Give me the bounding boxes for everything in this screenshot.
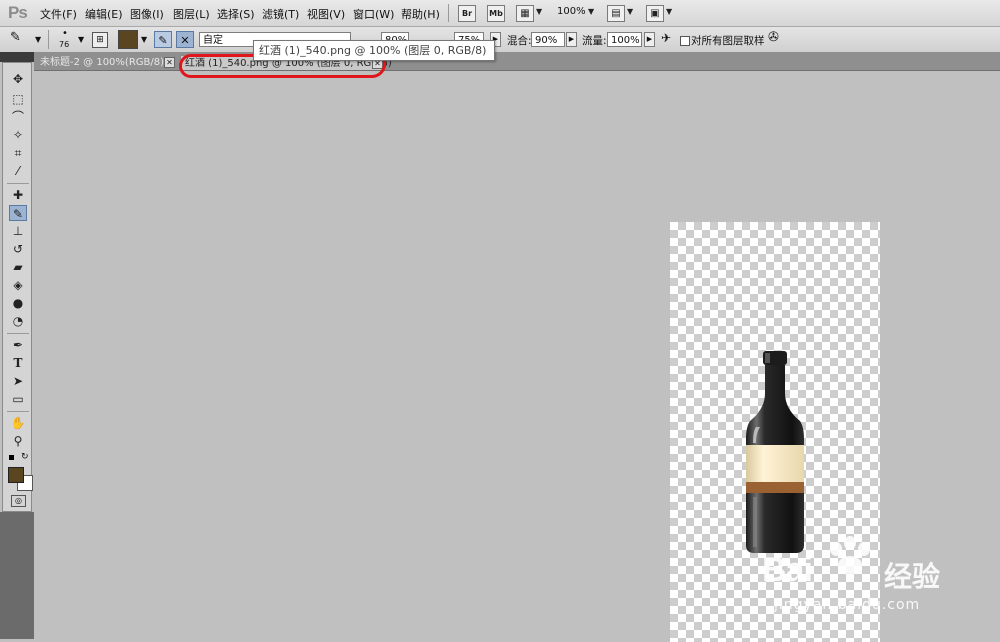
chevron-down-icon[interactable]: ▼ xyxy=(141,35,147,44)
zoom-tool-icon[interactable]: ⚲ xyxy=(9,433,27,449)
menu-select[interactable]: 选择(S) xyxy=(217,6,255,22)
hand-tool-icon[interactable]: ✋ xyxy=(9,415,27,431)
arrange-documents-icon[interactable]: ▤ xyxy=(607,5,625,22)
bottle-label xyxy=(746,445,804,482)
magic-wand-tool-icon[interactable]: ✧ xyxy=(9,127,27,143)
tools-panel: ✥ ⬚ ⌒ ✧ ⌗ ⁄ ✚ ✎ ⊥ ↺ ▰ ◈ ● ◔ ✒ T ➤ ▭ ✋ ⚲ … xyxy=(2,62,33,512)
menu-window[interactable]: 窗口(W) xyxy=(353,6,394,22)
menu-filter[interactable]: 滤镜(T) xyxy=(262,6,299,22)
chevron-down-icon[interactable]: ▼ xyxy=(588,7,594,16)
eyedropper-tool-icon[interactable]: ⁄ xyxy=(9,163,27,179)
mini-bridge-button[interactable]: Mb xyxy=(487,5,505,22)
pressure-icon[interactable]: ✇ xyxy=(768,30,779,45)
marquee-tool-icon[interactable]: ⬚ xyxy=(9,91,27,107)
brush-panel-icon[interactable]: ⊞ xyxy=(92,32,108,48)
lasso-tool-icon[interactable]: ⌒ xyxy=(9,109,27,125)
panel-dock xyxy=(0,512,34,639)
sample-all-layers-label: 对所有图层取样 xyxy=(691,35,765,47)
chevron-down-icon[interactable]: ▼ xyxy=(536,7,542,16)
brush-erase-icon[interactable]: ✕ xyxy=(176,31,194,48)
brush-tool-icon[interactable]: ✎ xyxy=(9,205,27,221)
cap-highlight xyxy=(765,353,770,363)
brush-mode-icon[interactable]: ✎ xyxy=(154,31,172,48)
flow-stepper[interactable]: ▶ xyxy=(644,32,655,47)
move-tool-icon[interactable]: ✥ xyxy=(9,71,27,87)
path-selection-tool-icon[interactable]: ➤ xyxy=(9,373,27,389)
sample-all-layers-checkbox[interactable] xyxy=(680,36,690,46)
rectangle-tool-icon[interactable]: ▭ xyxy=(9,391,27,407)
blend-stepper[interactable]: ▶ xyxy=(566,32,577,47)
options-separator xyxy=(48,30,49,49)
tab-label: 未标题-2 @ 100%(RGB/8) * xyxy=(40,57,173,68)
photoshop-logo: Ps xyxy=(8,3,28,22)
tool-separator xyxy=(7,183,29,184)
foreground-color-swatch[interactable] xyxy=(118,30,138,49)
baidu-jingyan-watermark: Bai 经验 jingyan.baidu.com xyxy=(760,535,1000,639)
clone-stamp-tool-icon[interactable]: ⊥ xyxy=(9,223,27,239)
tab-tooltip: 红酒 (1)_540.png @ 100% (图层 0, RGB/8) xyxy=(253,40,495,61)
menu-bar: Ps 文件(F) 编辑(E) 图像(I) 图层(L) 选择(S) 滤镜(T) 视… xyxy=(0,0,1000,27)
baidu-paw-logo xyxy=(830,536,870,574)
chevron-down-icon[interactable]: ▼ xyxy=(35,35,41,44)
flow-field[interactable]: 100% xyxy=(607,32,642,47)
close-icon[interactable]: ✕ xyxy=(164,57,175,68)
menu-help[interactable]: 帮助(H) xyxy=(401,6,440,22)
blur-tool-icon[interactable]: ● xyxy=(9,295,27,311)
menu-file[interactable]: 文件(F) xyxy=(40,6,77,22)
quick-mask-icon[interactable]: ◎ xyxy=(11,495,26,507)
dodge-tool-icon[interactable]: ◔ xyxy=(9,313,27,329)
history-brush-tool-icon[interactable]: ↺ xyxy=(9,241,27,257)
tool-separator xyxy=(7,411,29,412)
watermark-brand-latin: Bai xyxy=(762,551,813,589)
blend-field[interactable]: 90% xyxy=(531,32,565,47)
glass-highlight-lower xyxy=(753,497,757,547)
paint-bucket-tool-icon[interactable]: ◈ xyxy=(9,277,27,293)
menu-separator xyxy=(448,4,449,22)
tab-untitled-2[interactable]: 未标题-2 @ 100%(RGB/8) * ✕ xyxy=(36,55,178,70)
watermark-url: jingyan.baidu.com xyxy=(774,597,921,613)
crop-tool-icon[interactable]: ⌗ xyxy=(9,145,27,161)
bottle-label-band xyxy=(746,482,804,493)
blend-label: 混合: xyxy=(507,35,532,47)
foreground-color-swatch[interactable] xyxy=(8,467,24,483)
screen-mode-icon[interactable]: ▣ xyxy=(646,5,664,22)
options-bar: ✎ ▼ • 76 ▼ ⊞ ▼ ✎ ✕ 自定 80% 75% ▶ 混合: 90% … xyxy=(0,27,1000,53)
watermark-brand-cn: 经验 xyxy=(884,560,941,593)
chevron-down-icon[interactable]: ▼ xyxy=(627,7,633,16)
zoom-level[interactable]: 100% xyxy=(557,6,586,17)
airbrush-icon[interactable]: ✈ xyxy=(661,31,671,45)
type-tool-icon[interactable]: T xyxy=(9,355,27,371)
menu-edit[interactable]: 编辑(E) xyxy=(85,6,123,22)
pen-tool-icon[interactable]: ✒ xyxy=(9,337,27,353)
menu-view[interactable]: 视图(V) xyxy=(307,6,345,22)
tools-panel-header[interactable] xyxy=(0,52,34,62)
brush-size[interactable]: 76 xyxy=(59,40,69,49)
chevron-down-icon[interactable]: ▼ xyxy=(666,7,672,16)
brush-dot-icon[interactable]: • xyxy=(62,28,68,39)
flow-label: 流量: xyxy=(582,35,607,47)
menu-layer[interactable]: 图层(L) xyxy=(173,6,210,22)
eraser-tool-icon[interactable]: ▰ xyxy=(9,259,27,275)
swap-colors-icon[interactable]: ↻ xyxy=(21,452,29,462)
bridge-button[interactable]: Br xyxy=(458,5,476,22)
healing-brush-tool-icon[interactable]: ✚ xyxy=(9,187,27,203)
default-colors-icon[interactable] xyxy=(9,455,14,460)
view-extras-icon[interactable]: ▦ xyxy=(516,5,534,22)
menu-image[interactable]: 图像(I) xyxy=(130,6,164,22)
tool-separator xyxy=(7,333,29,334)
chevron-down-icon[interactable]: ▼ xyxy=(78,35,84,44)
wine-bottle-image xyxy=(746,351,804,553)
brush-tool-icon[interactable]: ✎ xyxy=(10,30,21,45)
